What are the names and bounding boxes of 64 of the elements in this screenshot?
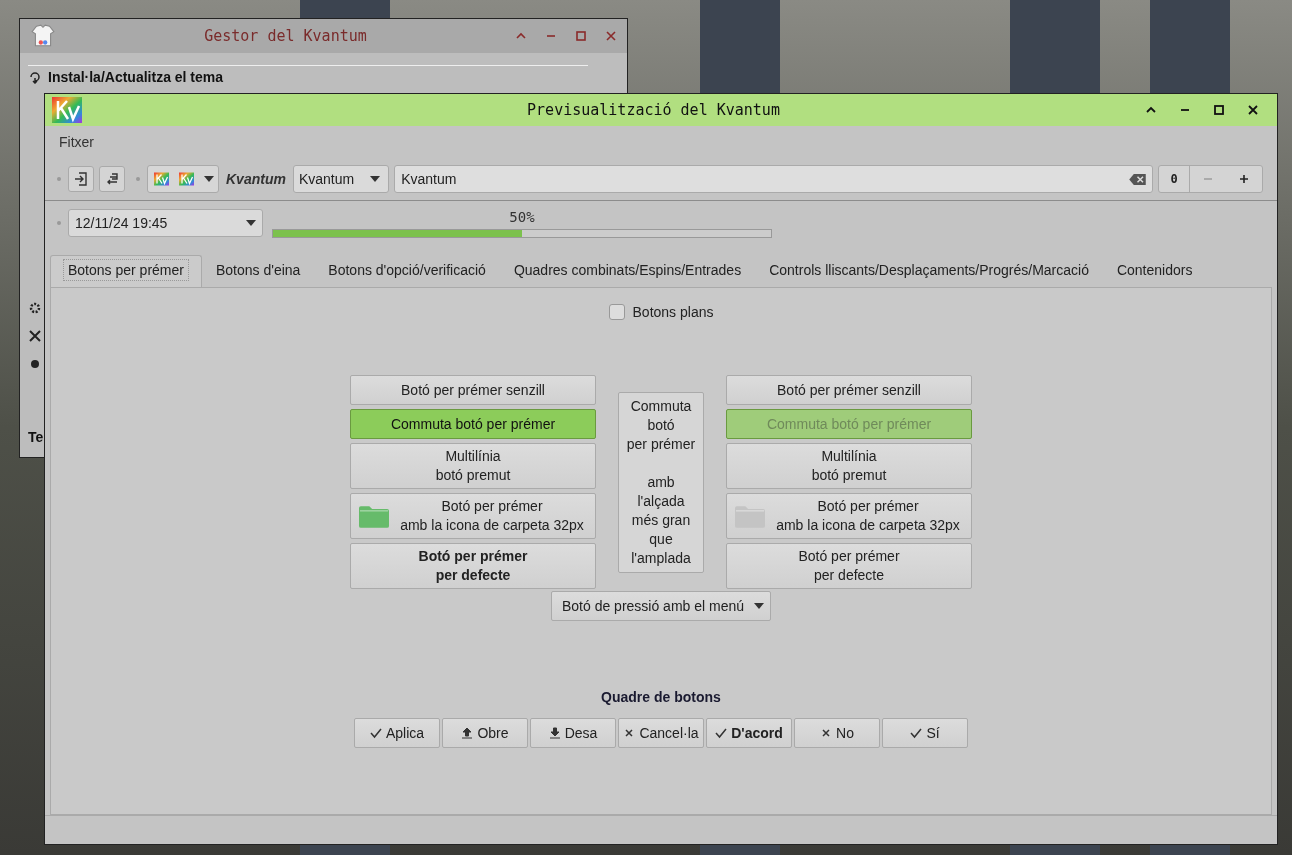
date-time-field[interactable]: 12/11/24 19:45 [68, 209, 263, 237]
tab[interactable]: Contenidors [1102, 255, 1207, 287]
check-icon [369, 727, 382, 739]
kv-logo-icon [179, 172, 194, 186]
tab[interactable]: Botons d'eina [201, 255, 315, 287]
tab[interactable]: Botons per prémer [50, 255, 202, 287]
tall-toggle-button[interactable]: Commuta botó per prémer amb l'alçada més gran que l'amplada [618, 391, 704, 573]
settings-icon[interactable] [28, 357, 42, 371]
enter-icon [73, 171, 89, 187]
caret-icon [370, 176, 381, 182]
tab[interactable]: Botons d'opció/verificació [314, 255, 500, 287]
window-title: Gestor del Kvantum [203, 27, 368, 45]
push-button[interactable]: Botó per prémer senzill [726, 375, 972, 405]
tools-icon[interactable] [28, 329, 42, 343]
menu-item[interactable]: Fitxer [59, 134, 94, 150]
text-field[interactable]: Kvantum [394, 165, 1153, 193]
download-icon [548, 727, 561, 739]
shirt-logo-icon [30, 23, 56, 49]
push-button[interactable]: Botó per prémer senzill [350, 375, 596, 405]
caret-icon [246, 220, 256, 226]
group-title: Quadre de botons [601, 689, 721, 705]
tab[interactable]: Controls lliscants/Desplaçaments/Progrés/Marcació [755, 255, 1103, 287]
clear-icon[interactable] [1129, 173, 1146, 185]
refresh-download-icon [28, 70, 42, 84]
folder-icon-button[interactable]: Botó per prémer amb la icona de carpeta 32px [726, 493, 972, 539]
caret-icon [754, 603, 765, 609]
dialog-button[interactable]: Aplica [354, 718, 440, 748]
toggle-button[interactable]: Commuta botó per prémer [350, 409, 596, 439]
check-icon [910, 727, 923, 739]
tab[interactable]: Quadres combinats/Espins/Entrades [499, 255, 756, 287]
dialog-button[interactable]: Sí [882, 718, 968, 748]
kv-logo-icon [52, 97, 82, 123]
kv-logo-icon [154, 172, 169, 186]
dialog-button[interactable]: No [794, 718, 880, 748]
plus-icon[interactable] [1239, 174, 1249, 184]
import-button[interactable] [68, 166, 94, 192]
return-button[interactable] [99, 166, 125, 192]
caret-icon [204, 176, 214, 182]
dialog-button[interactable]: Obre [442, 718, 528, 748]
gear-icon[interactable] [28, 301, 42, 315]
check-icon [715, 727, 728, 739]
upload-icon [461, 727, 474, 739]
cross-icon [623, 727, 636, 739]
push-button[interactable]: Multilínia botó premut [726, 443, 972, 489]
cross-icon [820, 727, 833, 739]
push-button[interactable]: Botó per prémer per defecte [350, 543, 596, 589]
menu-button[interactable]: Botó de pressió amb el menú [550, 591, 772, 621]
flat-buttons-checkbox[interactable]: Botons plans [608, 304, 714, 320]
dialog-button[interactable]: Cancel·la [618, 718, 704, 748]
progress-reading: 50% [509, 209, 535, 227]
folder-icon-button[interactable]: Botó per prémer amb la icona de carpeta 32px [350, 493, 596, 539]
install-tab[interactable]: Instal·la/Actualitza el tema [28, 65, 588, 85]
toolbar-label: Kvantum [226, 171, 286, 187]
push-button[interactable]: Botó per prémer per defecte [726, 543, 972, 589]
maximize-icon[interactable] [1213, 104, 1225, 116]
theme-combo[interactable]: Kvantum [292, 165, 390, 193]
push-button[interactable]: Multilínia botó premut [350, 443, 596, 489]
close-icon[interactable] [1247, 104, 1259, 116]
cut-label: Te [28, 429, 45, 445]
dialog-button[interactable]: D'acord [706, 718, 792, 748]
dialog-button[interactable]: Desa [530, 718, 616, 748]
window-title: Previsualització del Kvantum [526, 101, 781, 119]
icon-combo[interactable] [147, 165, 219, 193]
spin-box[interactable]: 0 [1158, 165, 1263, 193]
